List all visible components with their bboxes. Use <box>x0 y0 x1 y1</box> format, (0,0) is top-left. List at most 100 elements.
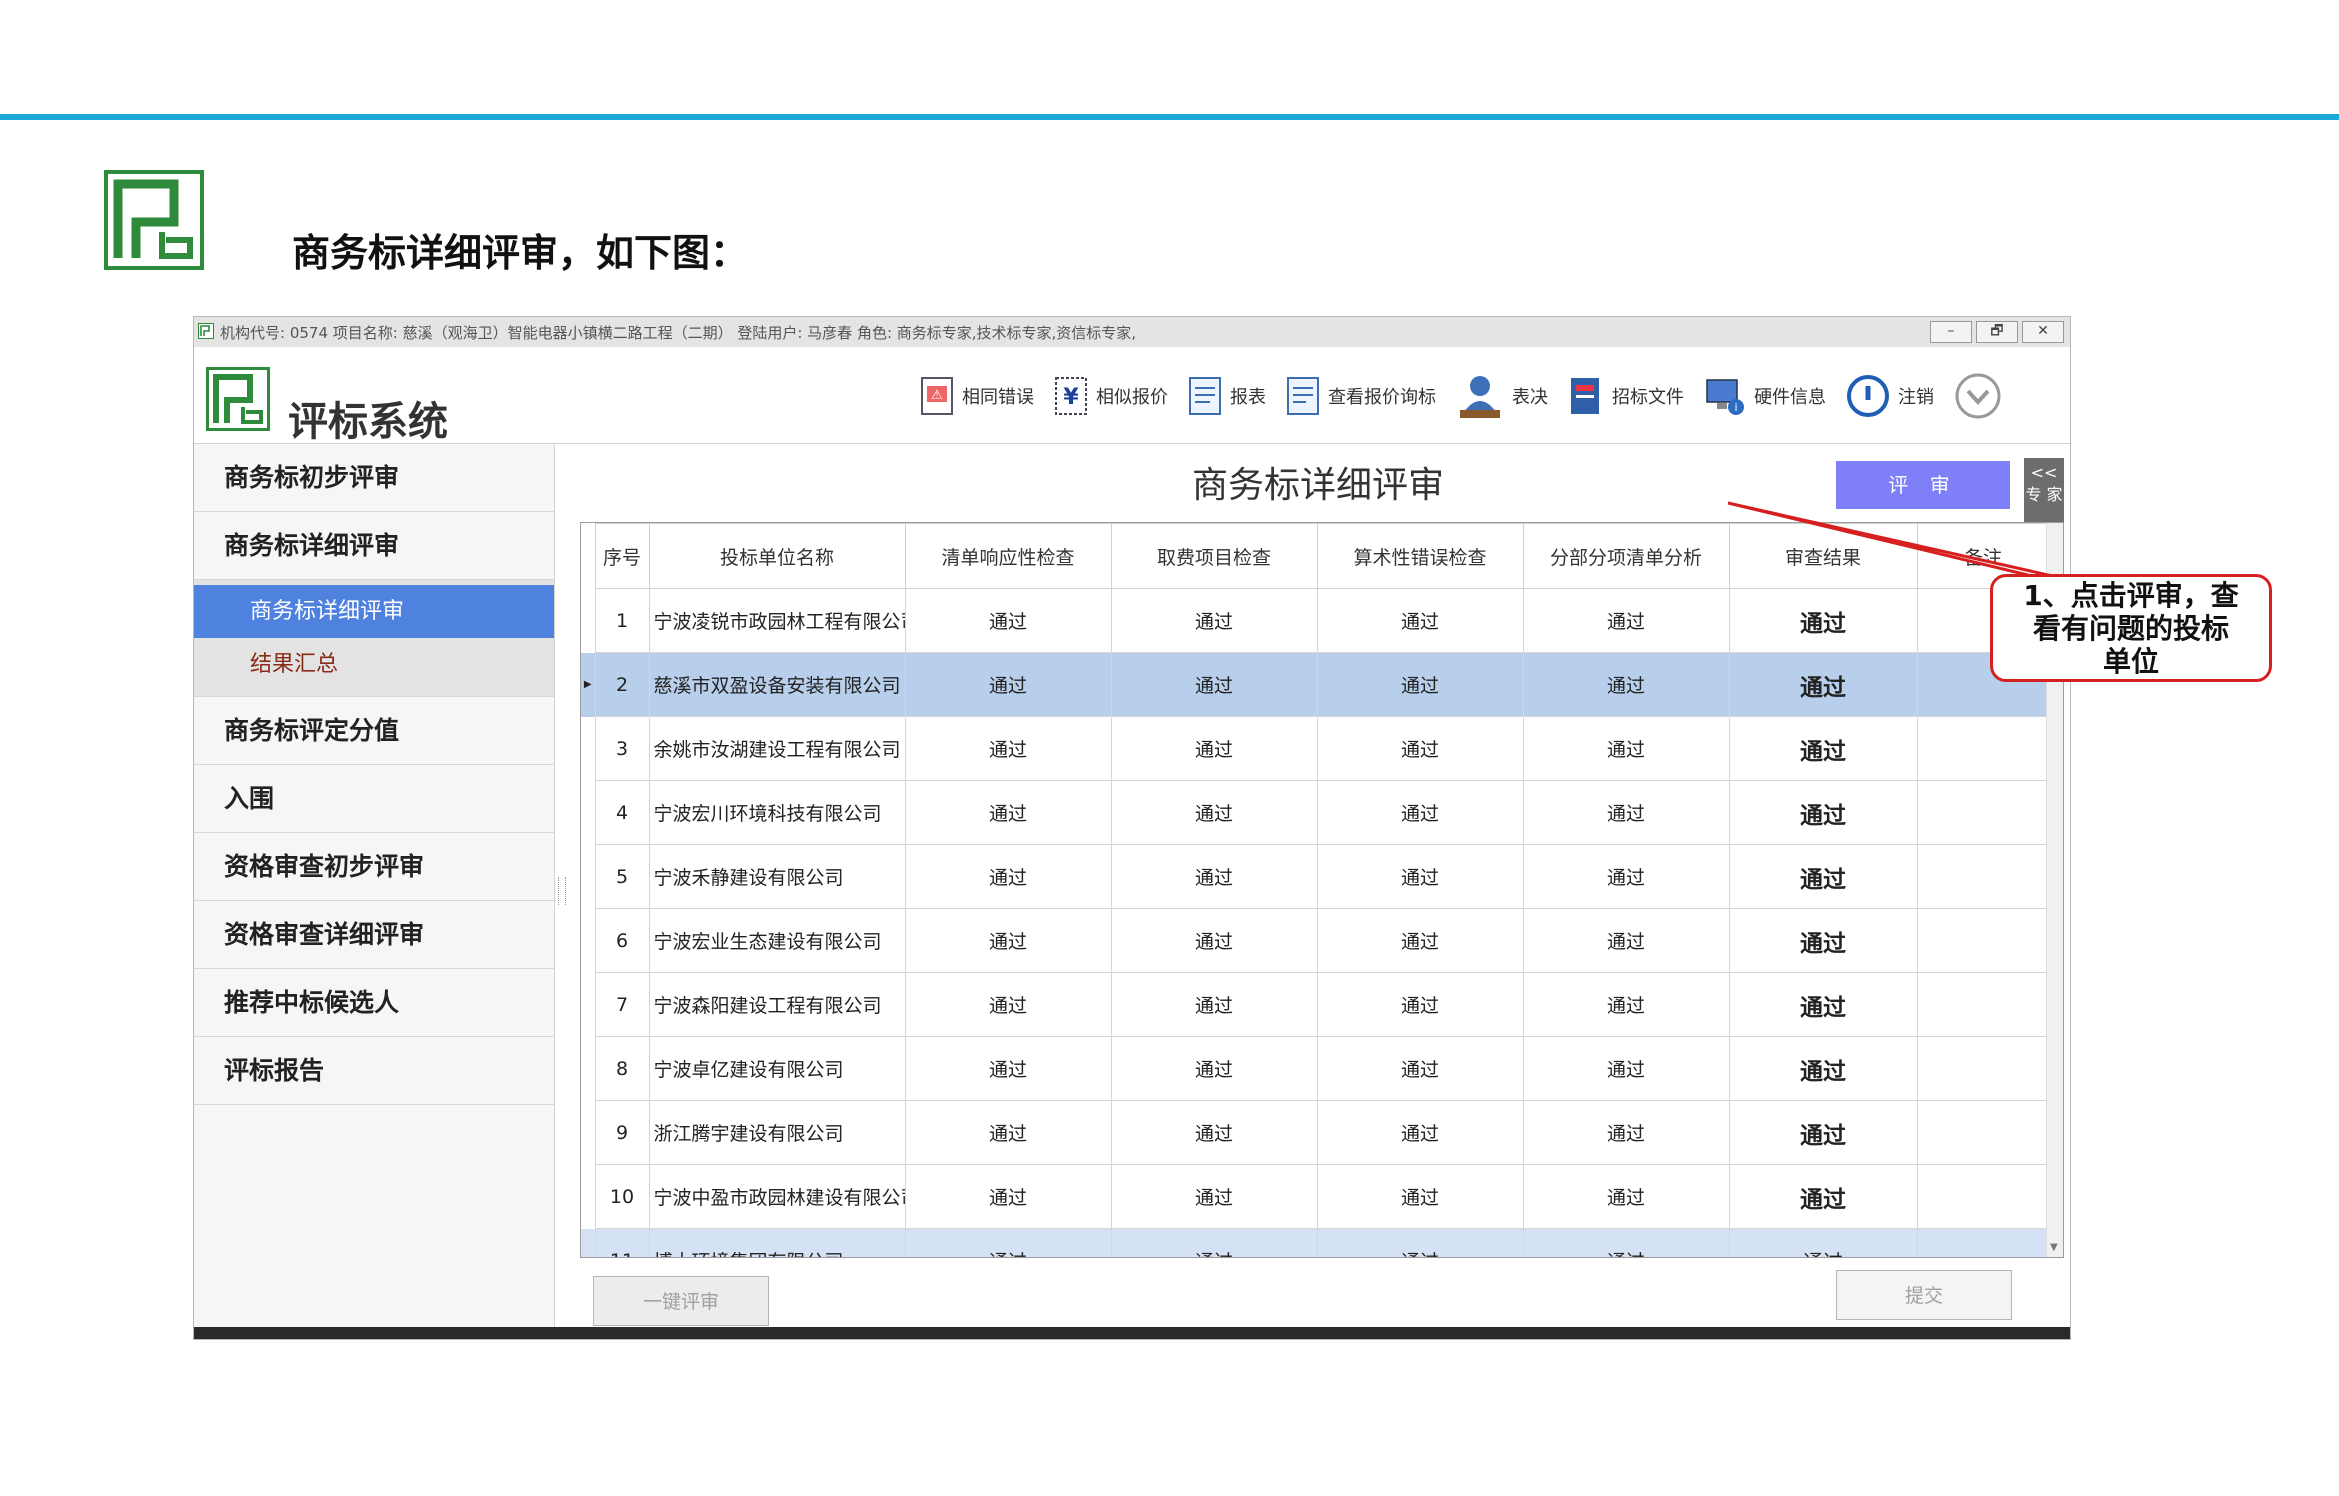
row-indicator[interactable] <box>581 844 595 909</box>
cell-no[interactable]: 11 <box>594 1228 650 1257</box>
cell-name[interactable]: 宁波宏业生态建设有限公司 <box>648 908 906 973</box>
cell-c3[interactable]: 通过 <box>1316 588 1524 653</box>
table-row[interactable]: 9 浙江腾宇建设有限公司 通过 通过 通过 通过 通过 <box>581 1100 2050 1165</box>
one-click-review-button[interactable]: 一键评审 <box>593 1276 769 1326</box>
row-indicator[interactable] <box>581 972 595 1037</box>
cell-result[interactable]: 通过 <box>1728 1036 1918 1101</box>
cell-c3[interactable]: 通过 <box>1316 780 1524 845</box>
cell-name[interactable]: 宁波中盈市政园林建设有限公司 <box>648 1164 906 1229</box>
cell-c4[interactable]: 通过 <box>1522 972 1730 1037</box>
cell-c2[interactable]: 通过 <box>1110 844 1318 909</box>
row-indicator[interactable] <box>581 1228 595 1257</box>
cell-no[interactable]: 5 <box>594 844 650 909</box>
cell-c1[interactable]: 通过 <box>904 588 1112 653</box>
cell-c4[interactable]: 通过 <box>1522 1164 1730 1229</box>
row-indicator[interactable] <box>581 588 595 653</box>
cell-c4[interactable]: 通过 <box>1522 1228 1730 1257</box>
row-indicator[interactable] <box>581 1164 595 1229</box>
column-header[interactable]: 分部分项清单分析 <box>1522 523 1730 589</box>
cell-c3[interactable]: 通过 <box>1316 716 1524 781</box>
cell-c1[interactable]: 通过 <box>904 908 1112 973</box>
row-indicator[interactable] <box>581 908 595 973</box>
cell-c4[interactable]: 通过 <box>1522 780 1730 845</box>
cell-c1[interactable]: 通过 <box>904 1036 1112 1101</box>
table-row[interactable]: 6 宁波宏业生态建设有限公司 通过 通过 通过 通过 通过 <box>581 908 2050 973</box>
cell-result[interactable]: 通过 <box>1728 1100 1918 1165</box>
cell-c2[interactable]: 通过 <box>1110 1100 1318 1165</box>
cell-c2[interactable]: 通过 <box>1110 652 1318 717</box>
toolbar-vote[interactable]: 表决 <box>1456 372 1548 420</box>
cell-note[interactable] <box>1916 780 2050 845</box>
toolbar-report[interactable]: 报表 <box>1188 376 1266 416</box>
table-row[interactable]: ▶ 2 慈溪市双盈设备安装有限公司 通过 通过 通过 通过 通过 <box>581 652 2050 717</box>
cell-c1[interactable]: 通过 <box>904 1100 1112 1165</box>
cell-c1[interactable]: 通过 <box>904 1164 1112 1229</box>
cell-c3[interactable]: 通过 <box>1316 1100 1524 1165</box>
cell-result[interactable]: 通过 <box>1728 588 1918 653</box>
sidebar-item-business-detailed[interactable]: 商务标详细评审 <box>194 512 554 580</box>
cell-c2[interactable]: 通过 <box>1110 716 1318 781</box>
cell-result[interactable]: 通过 <box>1728 972 1918 1037</box>
cell-c2[interactable]: 通过 <box>1110 780 1318 845</box>
cell-c3[interactable]: 通过 <box>1316 652 1524 717</box>
cell-note[interactable] <box>1916 908 2050 973</box>
row-indicator[interactable] <box>581 780 595 845</box>
cell-name[interactable]: 宁波森阳建设工程有限公司 <box>648 972 906 1037</box>
sidebar-subitem-result-summary[interactable]: 结果汇总 <box>194 638 554 691</box>
cell-name[interactable]: 宁波宏川环境科技有限公司 <box>648 780 906 845</box>
cell-c1[interactable]: 通过 <box>904 652 1112 717</box>
sidebar-item-evaluation-report[interactable]: 评标报告 <box>194 1037 554 1105</box>
cell-c1[interactable]: 通过 <box>904 972 1112 1037</box>
cell-note[interactable] <box>1916 1036 2050 1101</box>
row-indicator[interactable] <box>581 1100 595 1165</box>
table-row[interactable]: 7 宁波森阳建设工程有限公司 通过 通过 通过 通过 通过 <box>581 972 2050 1037</box>
cell-note[interactable] <box>1916 716 2050 781</box>
cell-no[interactable]: 6 <box>594 908 650 973</box>
toolbar-price-inquiry[interactable]: 查看报价询标 <box>1286 376 1436 416</box>
cell-note[interactable] <box>1916 844 2050 909</box>
sidebar-item-recommend-candidate[interactable]: 推荐中标候选人 <box>194 969 554 1037</box>
table-row[interactable]: 4 宁波宏川环境科技有限公司 通过 通过 通过 通过 通过 <box>581 780 2050 845</box>
toolbar-bid-document[interactable]: 招标文件 <box>1568 375 1684 417</box>
chevron-down-circle-icon[interactable] <box>1954 372 2002 420</box>
cell-no[interactable]: 2 <box>594 652 650 717</box>
cell-result[interactable]: 通过 <box>1728 908 1918 973</box>
cell-c1[interactable]: 通过 <box>904 780 1112 845</box>
sidebar-item-shortlist[interactable]: 入围 <box>194 765 554 833</box>
cell-c4[interactable]: 通过 <box>1522 844 1730 909</box>
cell-name[interactable]: 宁波卓亿建设有限公司 <box>648 1036 906 1101</box>
cell-name[interactable]: 宁波禾静建设有限公司 <box>648 844 906 909</box>
cell-c2[interactable]: 通过 <box>1110 1164 1318 1229</box>
table-row[interactable]: 3 余姚市汝湖建设工程有限公司 通过 通过 通过 通过 通过 <box>581 716 2050 781</box>
row-indicator[interactable] <box>581 716 595 781</box>
sidebar-subitem-business-detailed[interactable]: 商务标详细评审 <box>194 585 554 638</box>
cell-name[interactable]: 博大环境集团有限公司 <box>648 1228 906 1257</box>
cell-c4[interactable]: 通过 <box>1522 1036 1730 1101</box>
cell-c4[interactable]: 通过 <box>1522 1100 1730 1165</box>
toolbar-hardware-info[interactable]: i 硬件信息 <box>1704 375 1826 417</box>
restore-button[interactable]: 🗗 <box>1976 321 2018 343</box>
cell-c1[interactable]: 通过 <box>904 844 1112 909</box>
close-button[interactable]: ✕ <box>2022 321 2064 343</box>
scroll-down-icon[interactable]: ▼ <box>2050 1242 2058 1253</box>
toolbar-same-error[interactable]: ⚠ 相同错误 <box>920 376 1034 416</box>
cell-result[interactable]: 通过 <box>1728 1228 1918 1257</box>
cell-no[interactable]: 10 <box>594 1164 650 1229</box>
cell-name[interactable]: 宁波凌锐市政园林工程有限公司 <box>648 588 906 653</box>
column-header[interactable]: 投标单位名称 <box>648 523 906 589</box>
sidebar-item-qualification-preliminary[interactable]: 资格审查初步评审 <box>194 833 554 901</box>
cell-c2[interactable]: 通过 <box>1110 908 1318 973</box>
cell-c2[interactable]: 通过 <box>1110 1036 1318 1101</box>
minimize-button[interactable]: – <box>1930 321 1972 343</box>
table-row[interactable]: 11博大环境集团有限公司通过通过通过通过通过 <box>581 1228 2050 1257</box>
cell-name[interactable]: 余姚市汝湖建设工程有限公司 <box>648 716 906 781</box>
column-header[interactable]: 审查结果 <box>1728 523 1918 589</box>
cell-no[interactable]: 4 <box>594 780 650 845</box>
row-indicator[interactable]: ▶ <box>581 652 595 717</box>
cell-result[interactable]: 通过 <box>1728 844 1918 909</box>
cell-c3[interactable]: 通过 <box>1316 1228 1524 1257</box>
toolbar-similar-price[interactable]: ¥ 相似报价 <box>1054 376 1168 416</box>
sidebar-item-qualification-detailed[interactable]: 资格审查详细评审 <box>194 901 554 969</box>
splitter-handle[interactable] <box>558 877 566 905</box>
cell-c1[interactable]: 通过 <box>904 716 1112 781</box>
